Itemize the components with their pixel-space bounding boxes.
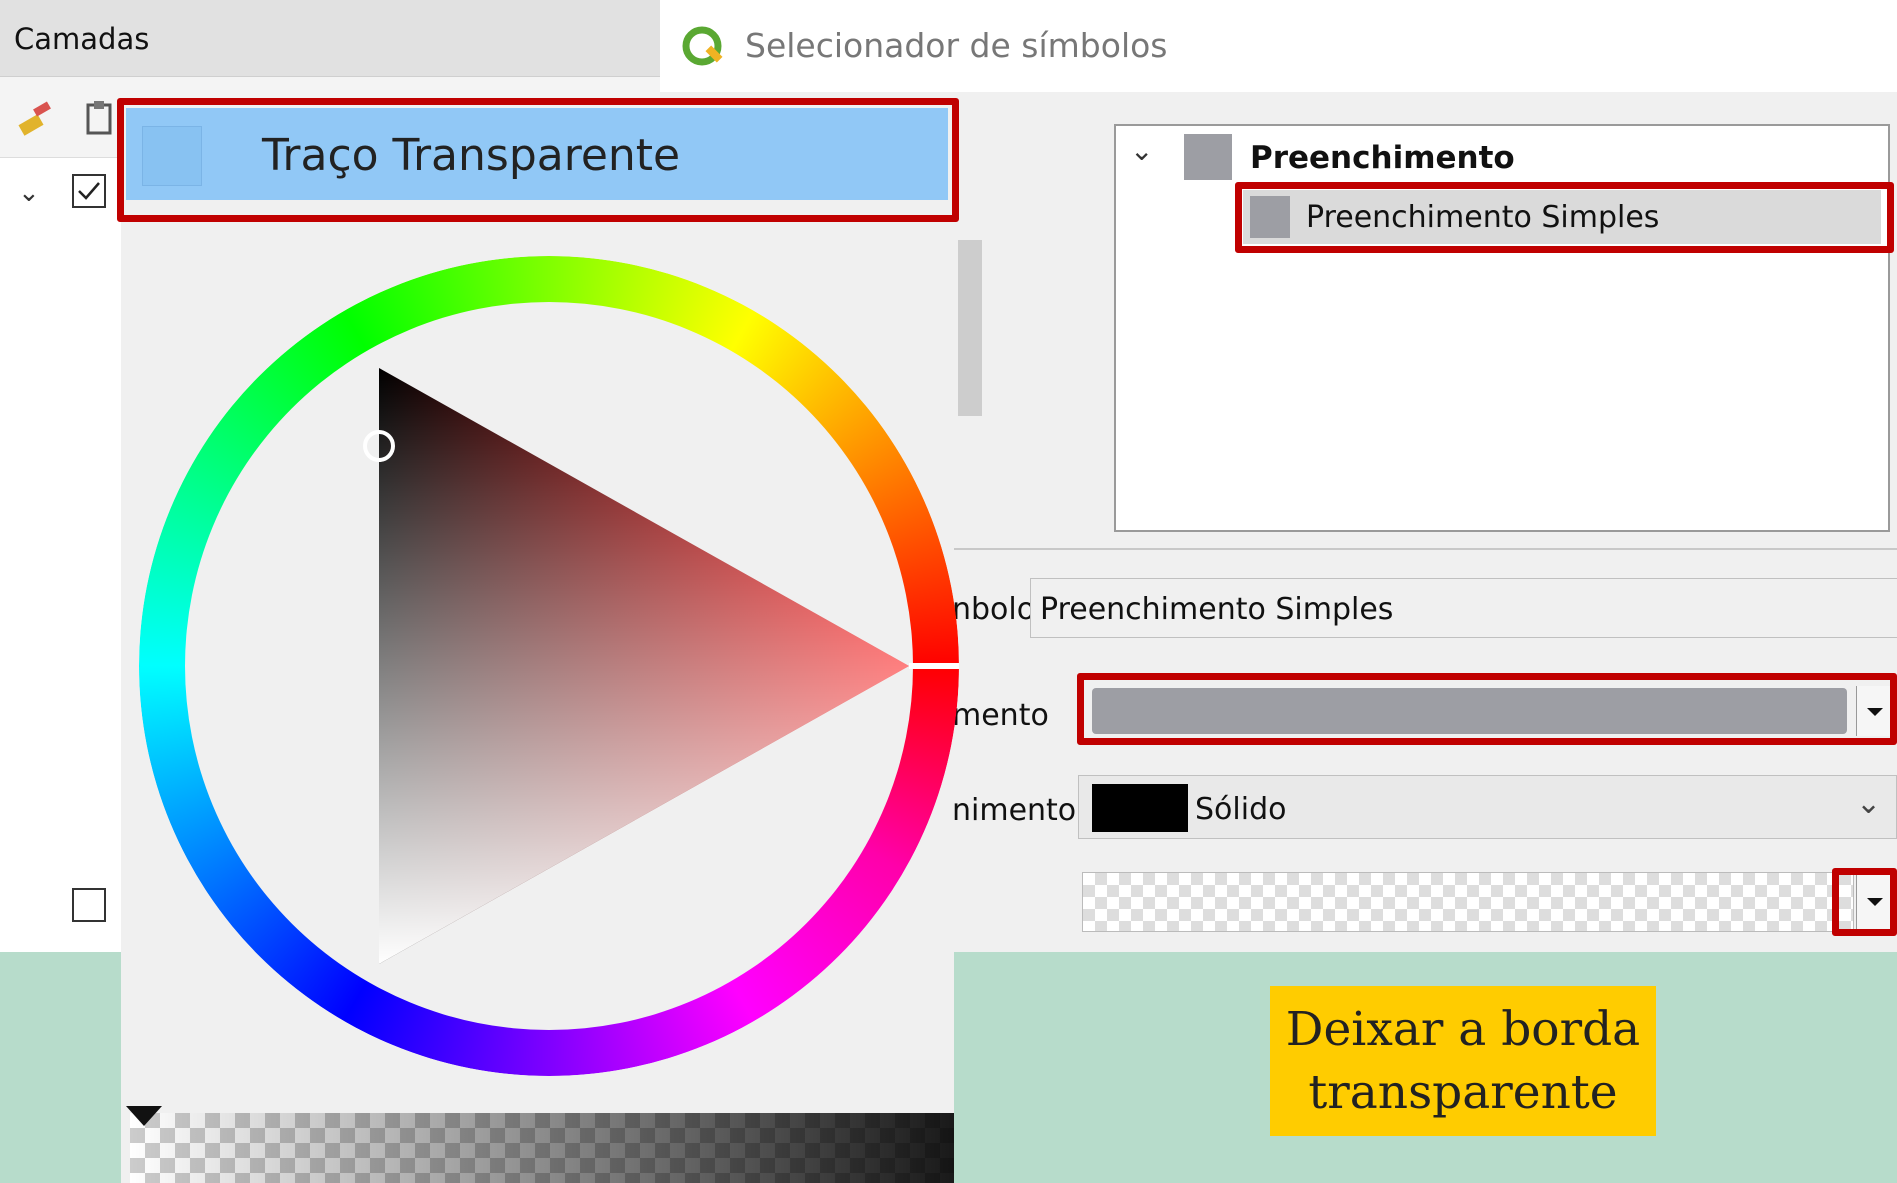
highlight-box-fill-color: [1077, 673, 1897, 745]
highlight-box-transparent-stroke: [117, 98, 959, 222]
alpha-slider[interactable]: [130, 1113, 954, 1183]
qgis-logo-icon: [680, 24, 728, 72]
divider: [954, 548, 1897, 550]
fill-style-chevron-icon: ⌄: [1856, 786, 1882, 821]
stroke-color-button[interactable]: [1082, 872, 1854, 932]
highlight-box-stroke-dropdown: [1832, 868, 1897, 936]
fill-style-label: nimento: [952, 793, 1077, 828]
symbol-layer-type-value: Preenchimento Simples: [1040, 592, 1394, 627]
alpha-slider-handle-icon[interactable]: [126, 1106, 162, 1130]
layers-panel-title: Camadas: [14, 22, 150, 56]
dialog-title: Selecionador de símbolos: [745, 26, 1168, 65]
tree-root-label[interactable]: Preenchimento: [1250, 140, 1515, 176]
layer-visibility-checkbox[interactable]: [72, 174, 106, 208]
annotation-caption: Deixar a borda transparente: [1270, 986, 1656, 1136]
style-brush-icon[interactable]: [14, 97, 58, 141]
caption-line-2: transparente: [1308, 1065, 1618, 1120]
highlight-box-tree-child: [1235, 182, 1894, 253]
caption-line-1: Deixar a borda: [1285, 1002, 1641, 1057]
layer-visibility-checkbox-unchecked[interactable]: [72, 888, 106, 922]
tree-root-swatch: [1184, 134, 1232, 180]
fill-style-value: Sólido: [1195, 792, 1287, 827]
layers-panel-header: Camadas: [0, 0, 660, 77]
color-wheel[interactable]: [139, 256, 959, 1076]
tree-collapse-chevron-icon[interactable]: ⌄: [1130, 134, 1153, 167]
scrollbar-thumb[interactable]: [958, 240, 982, 416]
fill-color-label: mento: [952, 698, 1049, 733]
expand-chevron-icon[interactable]: ⌄: [18, 178, 40, 208]
fill-style-swatch: [1092, 784, 1188, 832]
symbol-layer-type-label: nbolo: [952, 592, 1036, 627]
add-group-icon[interactable]: [82, 97, 122, 141]
